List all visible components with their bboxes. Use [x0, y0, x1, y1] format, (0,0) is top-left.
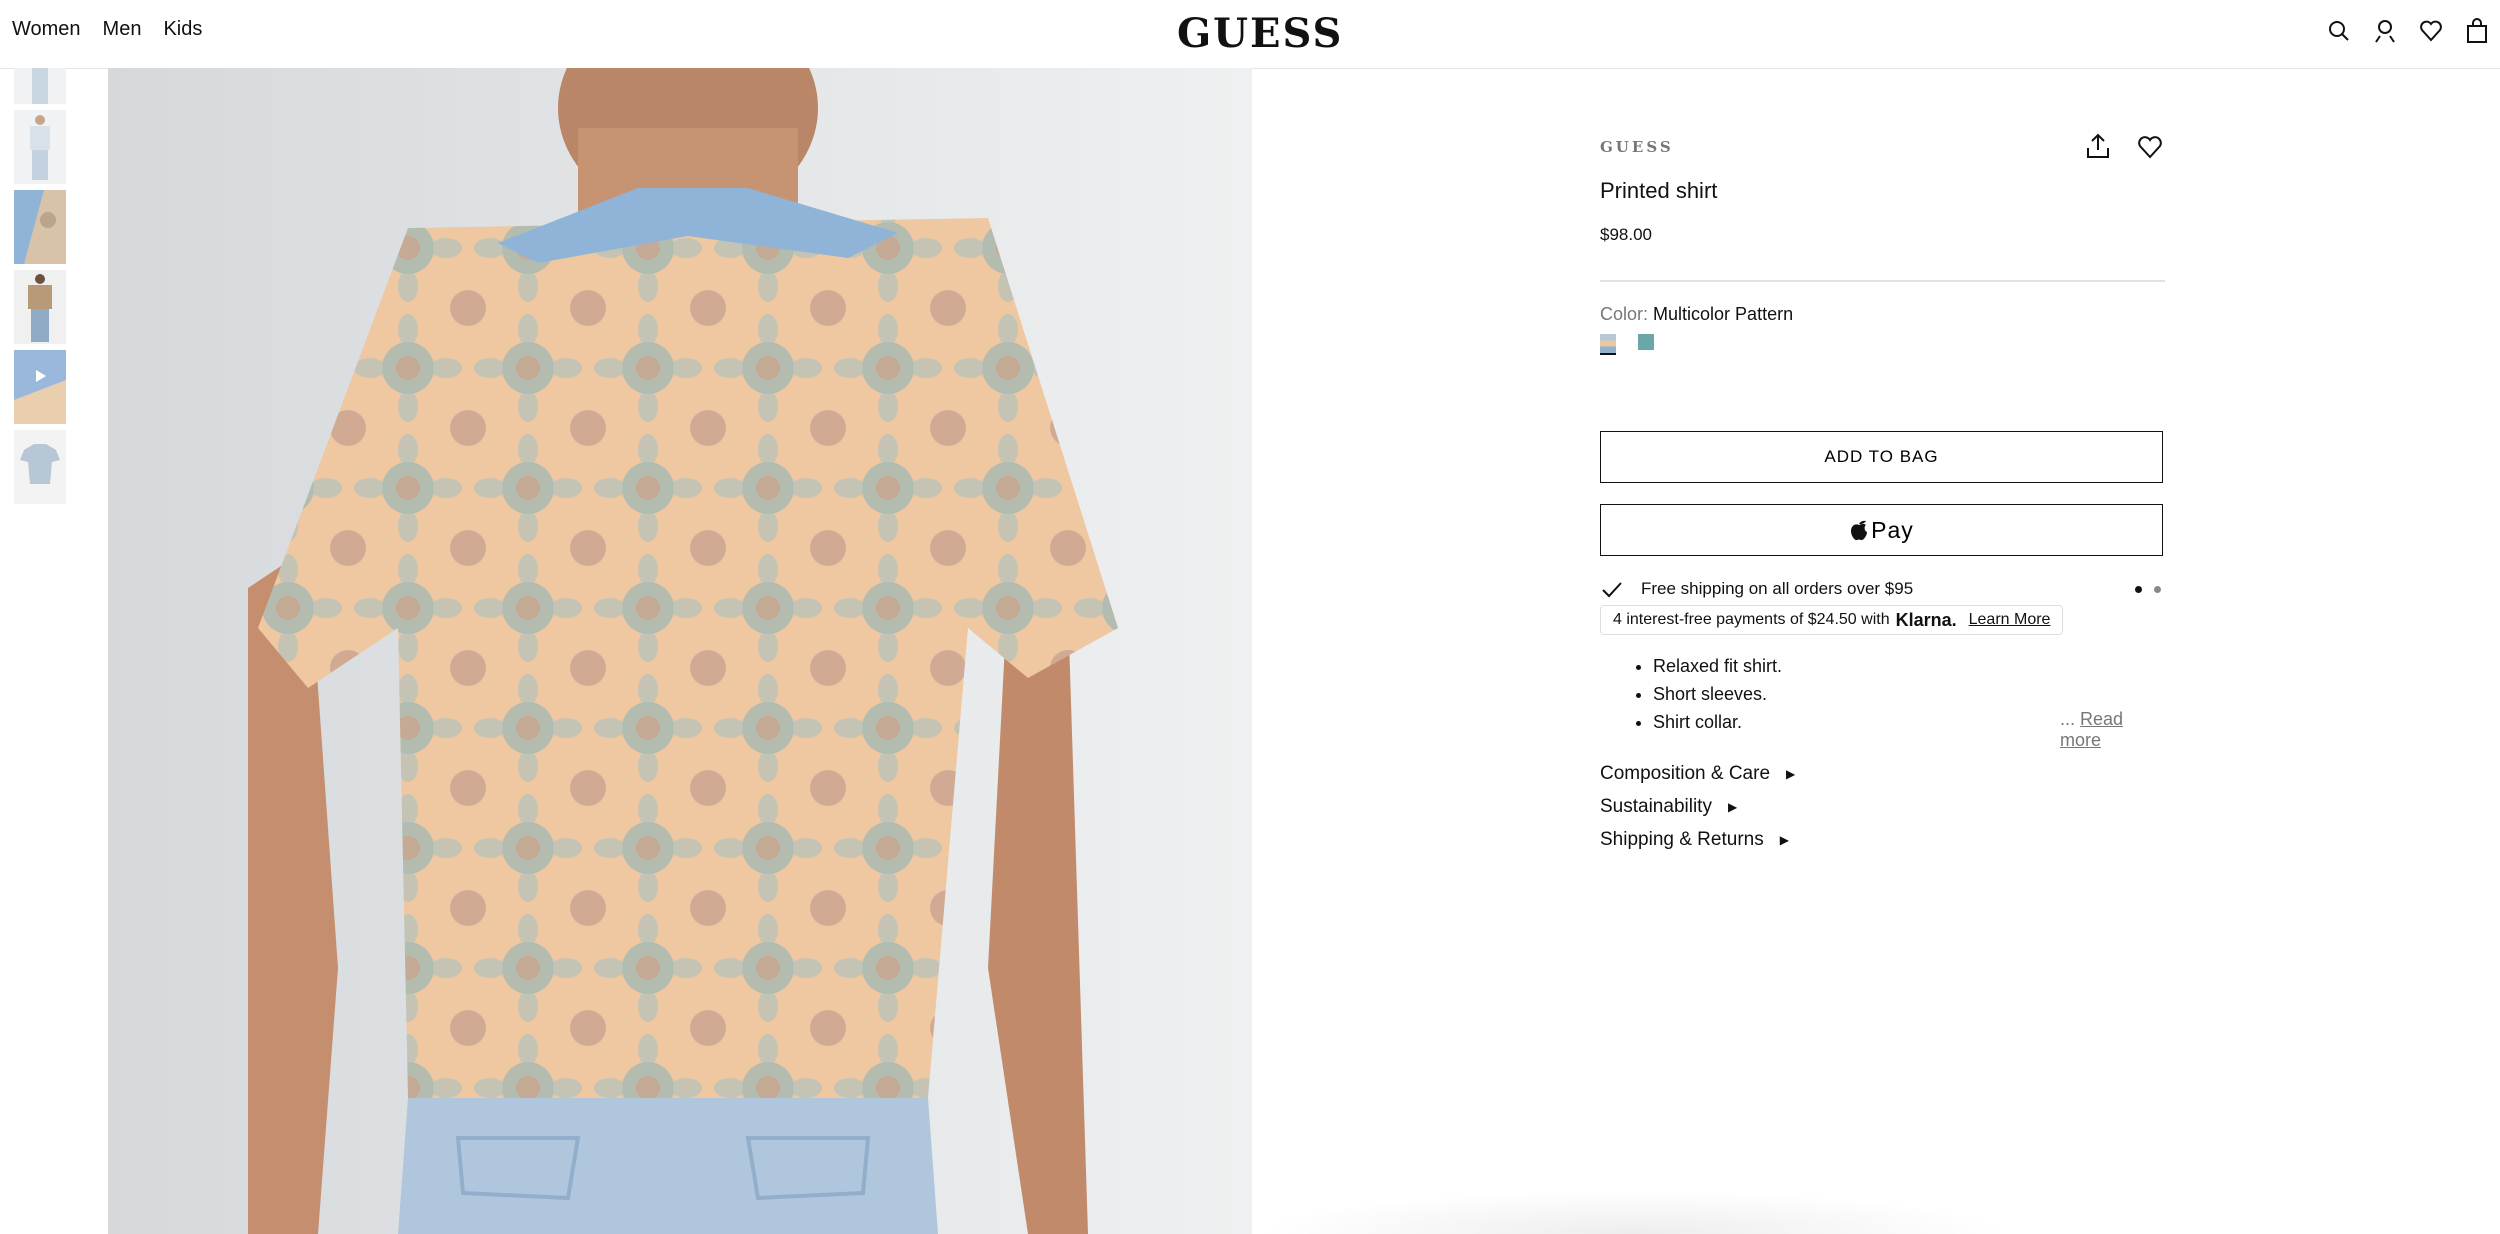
accordion-label: Composition & Care: [1600, 763, 1771, 784]
carousel-dot-active[interactable]: [2135, 586, 2142, 593]
carousel-dots: [2135, 586, 2161, 593]
site-header: Women Men Kids GUESS: [0, 0, 2500, 69]
product-price: $98.00: [1600, 225, 1652, 244]
bottom-shadow: [1252, 1190, 2012, 1234]
read-more: ... Read more: [2060, 709, 2165, 751]
nav-kids[interactable]: Kids: [163, 18, 202, 41]
divider: [1600, 280, 2165, 282]
thumbnail-2[interactable]: [14, 110, 66, 184]
color-value: Multicolor Pattern: [1653, 304, 1794, 324]
feature-list: Relaxed fit shirt. Short sleeves. Shirt …: [1633, 652, 1782, 736]
feature-item: Relaxed fit shirt.: [1653, 652, 1782, 680]
thumbnail-6[interactable]: [14, 430, 66, 504]
heart-icon[interactable]: [2420, 18, 2442, 44]
shipping-banner: Free shipping on all orders over $95: [1600, 576, 2165, 606]
read-more-ellipsis: ...: [2060, 709, 2076, 729]
thumbnail-image: [14, 190, 66, 264]
main-nav: Women Men Kids: [12, 18, 202, 41]
shipping-message: Free shipping on all orders over $95: [1641, 579, 1914, 598]
account-icon[interactable]: [2374, 18, 2396, 44]
product-main-image[interactable]: [108, 68, 1252, 1234]
color-selection-label: Color: Multicolor Pattern: [1600, 304, 1793, 325]
thumbnail-image: [14, 430, 66, 504]
thumbnail-3[interactable]: [14, 190, 66, 264]
checkmark-icon: [1602, 582, 1622, 598]
apple-pay-button[interactable]: Pay: [1600, 504, 2163, 556]
thumbnail-image: [14, 350, 66, 424]
nav-men[interactable]: Men: [103, 18, 142, 41]
thumbnail-4[interactable]: [14, 270, 66, 344]
carousel-dot[interactable]: [2154, 586, 2161, 593]
accordion-composition-care[interactable]: Composition & Care ▶: [1600, 763, 1795, 785]
feature-item: Short sleeves.: [1653, 680, 1782, 708]
caret-right-icon: ▶: [1779, 833, 1789, 847]
bag-icon[interactable]: [2466, 18, 2488, 44]
klarna-learn-more-link[interactable]: Learn More: [1969, 611, 2051, 629]
product-title: Printed shirt: [1600, 178, 1718, 203]
add-to-bag-button[interactable]: ADD TO BAG: [1600, 431, 2163, 483]
apple-pay-label: Pay: [1871, 516, 1914, 543]
feature-item: Shirt collar.: [1653, 708, 1782, 736]
swatch-multicolor-pattern[interactable]: [1600, 334, 1616, 355]
color-label: Color:: [1600, 304, 1649, 324]
color-swatches: [1600, 334, 1654, 355]
accordion-label: Shipping & Returns: [1600, 829, 1764, 850]
caret-right-icon: ▶: [1786, 767, 1796, 781]
klarna-prefix: 4 interest-free payments of $24.50 with: [1613, 611, 1890, 628]
thumbnail-image: [14, 68, 66, 104]
accordion-shipping-returns[interactable]: Shipping & Returns ▶: [1600, 829, 1789, 851]
klarna-logo: Klarna.: [1895, 609, 1957, 630]
accordion-label: Sustainability: [1600, 796, 1712, 817]
thumbnail-image: [14, 110, 66, 184]
product-brand[interactable]: GUESS: [1600, 138, 1674, 156]
share-icon[interactable]: [2085, 132, 2111, 160]
thumbnail-1[interactable]: [14, 68, 66, 104]
nav-women[interactable]: Women: [12, 18, 81, 41]
klarna-banner: 4 interest-free payments of $24.50 with …: [1600, 605, 2064, 635]
shirt-back-photo: [108, 68, 1252, 1234]
apple-logo-icon: [1851, 520, 1868, 541]
accordion-sustainability[interactable]: Sustainability ▶: [1600, 796, 1737, 818]
caret-right-icon: ▶: [1727, 800, 1738, 814]
thumbnail-image: [14, 270, 66, 344]
thumbnail-5[interactable]: [14, 350, 66, 424]
wishlist-heart-icon[interactable]: [2137, 134, 2163, 160]
search-icon[interactable]: [2328, 18, 2350, 44]
swatch-teal[interactable]: [1638, 334, 1654, 350]
header-icons: [2328, 18, 2488, 44]
thumbnail-strip: [14, 68, 66, 510]
guess-logo[interactable]: GUESS: [1177, 10, 1343, 57]
